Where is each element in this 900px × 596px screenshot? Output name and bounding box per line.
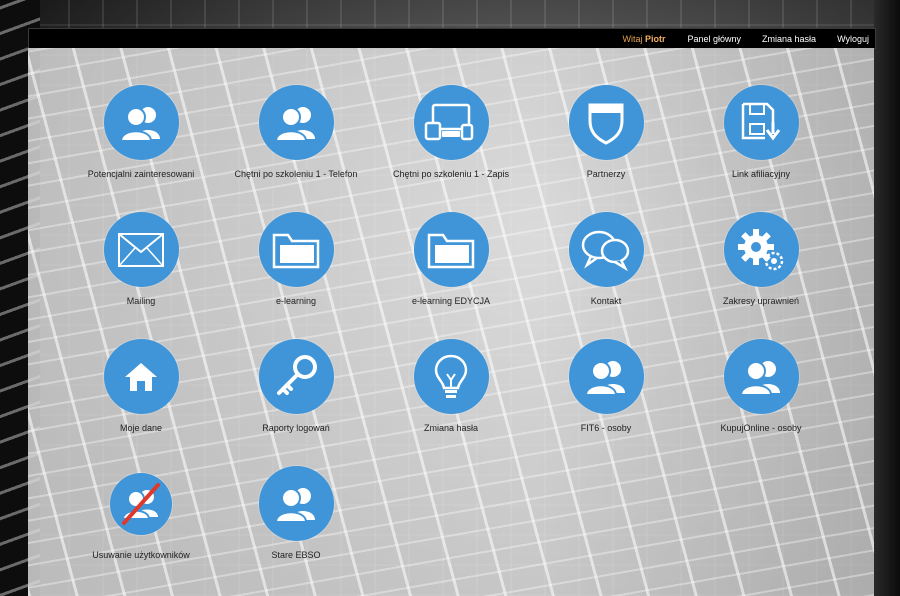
tile-label: Kontakt	[590, 296, 622, 306]
tile-link-afiliacyjny[interactable]: Link afiliacyjny	[683, 85, 839, 195]
users-icon	[739, 360, 780, 396]
tile-icon-circle	[258, 466, 334, 541]
tile-icon-circle	[413, 85, 489, 160]
tile-zakresy-uprawnien[interactable]: Zakresy uprawnień	[683, 212, 839, 322]
tile-icon-circle	[110, 473, 172, 535]
tile-label: Link afiliacyjny	[731, 169, 791, 179]
tile-label: e-learning EDYCJA	[411, 296, 491, 306]
envelope-icon	[118, 232, 164, 267]
tile-label: KupujOnline - osoby	[720, 423, 802, 433]
shield-icon	[588, 103, 624, 145]
tile-icon-circle	[723, 339, 799, 414]
tile-stare-ebso[interactable]: Stare EBSO	[218, 466, 374, 576]
top-navigation-bar: Witaj Piotr Panel główny Zmiana hasła Wy…	[28, 28, 876, 49]
tile-raporty-logowan[interactable]: Raporty logowań	[218, 339, 374, 449]
tile-usuwanie-uzytkownikow[interactable]: Usuwanie użytkowników	[63, 466, 219, 576]
folder-icon	[272, 233, 320, 268]
users-icon	[119, 106, 160, 142]
tile-mailing[interactable]: Mailing	[63, 212, 219, 322]
user-name: Piotr	[644, 33, 666, 44]
chat-bubbles-icon	[581, 230, 630, 271]
home-icon	[125, 362, 157, 391]
tile-label: e-learning	[275, 296, 317, 306]
tile-chetni-telefon[interactable]: Chętni po szkoleniu 1 - Telefon	[218, 85, 374, 195]
tile-partnerzy[interactable]: Partnerzy	[528, 85, 684, 195]
tile-label: Zakresy uprawnień	[722, 296, 800, 306]
tile-label: Mailing	[126, 296, 156, 306]
key-icon	[277, 354, 317, 395]
tile-label: Stare EBSO	[271, 550, 321, 560]
dashboard-panel: Potencjalni zainteresowani Chętni po szk…	[28, 48, 874, 596]
tile-icon-circle	[723, 212, 799, 287]
tile-label: Zmiana hasła	[423, 423, 479, 433]
lightbulb-icon	[434, 354, 468, 398]
tile-e-learning-edycja[interactable]: e-learning EDYCJA	[373, 212, 529, 322]
tile-label: Partnerzy	[586, 169, 626, 179]
tile-label: Chętni po szkoleniu 1 - Telefon	[234, 169, 358, 179]
nav-link-main-panel[interactable]: Panel główny	[687, 34, 741, 44]
tile-icon-circle	[258, 85, 334, 160]
nav-link-change-password[interactable]: Zmiana hasła	[762, 34, 816, 44]
tile-label: Potencjalni zainteresowani	[87, 169, 195, 179]
tile-icon-circle	[258, 212, 334, 287]
tile-icon-circle	[258, 339, 334, 414]
tile-icon-circle	[103, 212, 179, 287]
tile-icon-circle	[103, 339, 179, 414]
save-download-icon	[741, 102, 781, 140]
users-crossed-icon	[121, 483, 160, 525]
tile-icon-circle	[413, 339, 489, 414]
tile-icon-circle	[103, 85, 179, 160]
tile-e-learning[interactable]: e-learning	[218, 212, 374, 322]
tile-label: Moje dane	[119, 423, 163, 433]
tile-label: Usuwanie użytkowników	[92, 550, 190, 560]
tile-icon-circle	[723, 85, 799, 160]
tile-kupujonline-osoby[interactable]: KupujOnline - osoby	[683, 339, 839, 449]
tile-icon-circle	[568, 85, 644, 160]
tile-moje-dane[interactable]: Moje dane	[63, 339, 219, 449]
nav-link-logout[interactable]: Wyloguj	[837, 34, 869, 44]
tile-icon-circle	[568, 212, 644, 287]
tile-label: Chętni po szkoleniu 1 - Zapis	[392, 169, 510, 179]
tile-icon-circle	[413, 212, 489, 287]
tile-icon-circle	[568, 339, 644, 414]
gears-icon	[738, 228, 784, 270]
users-icon	[274, 106, 315, 142]
tile-label: FIT6 - osoby	[580, 423, 632, 433]
tile-potencjalni-zainteresowani[interactable]: Potencjalni zainteresowani	[63, 85, 219, 195]
tile-kontakt[interactable]: Kontakt	[528, 212, 684, 322]
welcome-text: Witaj Piotr	[622, 33, 666, 44]
users-icon	[274, 487, 315, 523]
tile-zmiana-hasla[interactable]: Zmiana hasła	[373, 339, 529, 449]
tile-fit6-osoby[interactable]: FIT6 - osoby	[528, 339, 684, 449]
users-icon	[584, 360, 625, 396]
tile-label: Raporty logowań	[262, 423, 330, 433]
devices-icon	[424, 103, 474, 140]
folder-icon	[427, 233, 475, 268]
tile-chetni-zapis[interactable]: Chętni po szkoleniu 1 - Zapis	[373, 85, 529, 195]
